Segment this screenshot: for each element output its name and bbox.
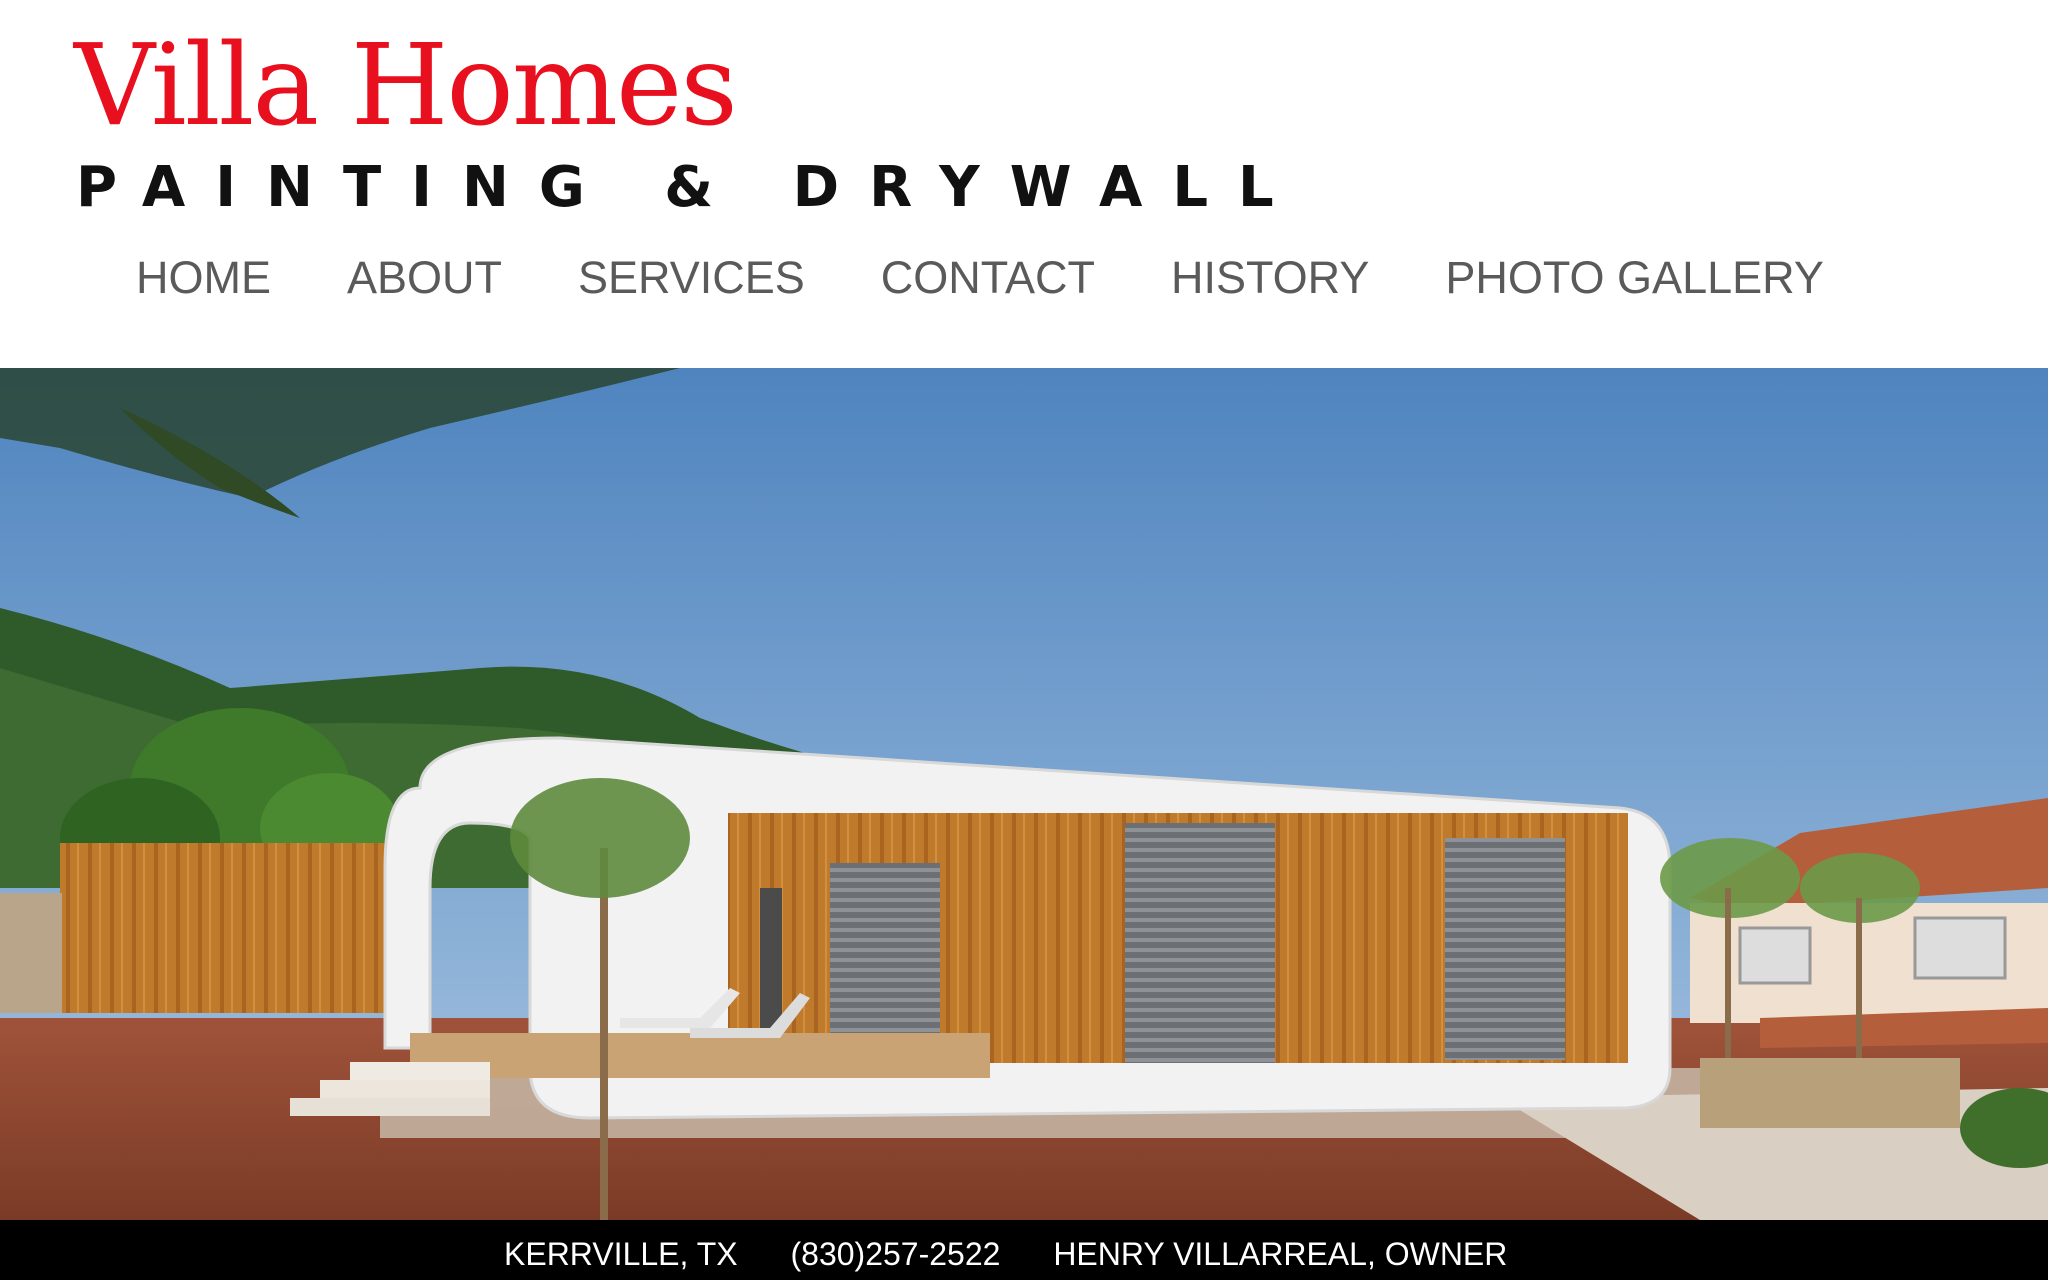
footer-location: KERRVILLE, TX xyxy=(504,1236,738,1272)
brand-title[interactable]: Villa Homes xyxy=(74,30,738,142)
site-footer: KERRVILLE, TX (830)257-2522 HENRY VILLAR… xyxy=(0,1220,2048,1280)
nav-about[interactable]: ABOUT xyxy=(309,250,540,306)
footer-owner: HENRY VILLARREAL, OWNER xyxy=(1053,1236,1508,1272)
brand-subtitle: PAINTING & DRYWALL xyxy=(76,155,1304,220)
nav-history[interactable]: HISTORY xyxy=(1133,250,1407,306)
footer-phone[interactable]: (830)257-2522 xyxy=(790,1236,1000,1272)
hero-image xyxy=(0,368,2048,1220)
nav-photo-gallery[interactable]: PHOTO GALLERY xyxy=(1407,250,1861,306)
nav-services[interactable]: SERVICES xyxy=(540,250,843,306)
nav-home[interactable]: HOME xyxy=(98,250,309,306)
main-nav: HOME ABOUT SERVICES CONTACT HISTORY PHOT… xyxy=(98,250,1862,306)
modern-house-photo xyxy=(0,368,2048,1220)
nav-contact[interactable]: CONTACT xyxy=(843,250,1133,306)
site-header: Villa Homes PAINTING & DRYWALL HOME ABOU… xyxy=(0,0,2048,368)
footer-contact-info: KERRVILLE, TX (830)257-2522 HENRY VILLAR… xyxy=(504,1232,1551,1276)
